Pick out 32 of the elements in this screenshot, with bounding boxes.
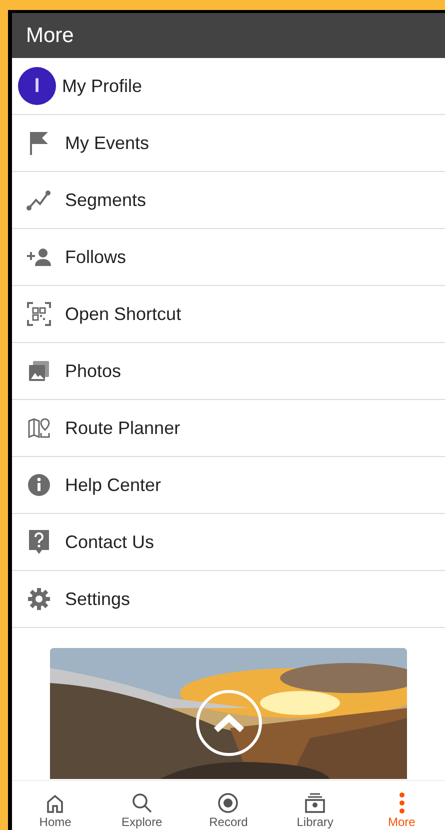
menu-item[interactable]: Photos — [12, 343, 445, 400]
map-pin-icon — [26, 417, 50, 439]
menu-item[interactable]: Open Shortcut — [12, 286, 445, 343]
avatar: I — [18, 67, 56, 105]
menu-item[interactable]: Follows — [12, 229, 445, 286]
menu-item[interactable]: Route Planner — [12, 400, 445, 457]
info-icon — [26, 473, 50, 497]
nav-tab[interactable]: Home — [12, 781, 99, 830]
menu-item[interactable]: Segments — [12, 172, 445, 229]
menu-item[interactable]: My Events — [12, 115, 445, 172]
segment-line-icon — [26, 189, 52, 211]
header-title: More — [26, 22, 74, 49]
menu-item[interactable]: I My Profile — [12, 58, 445, 115]
menu-item[interactable]: Contact Us — [12, 514, 445, 571]
home-icon — [45, 794, 66, 814]
nav-tab[interactable]: Record — [185, 781, 272, 830]
record-icon — [217, 792, 240, 814]
nav-tab[interactable]: Explore — [98, 781, 186, 830]
search-icon — [130, 792, 153, 814]
nav-tab[interactable]: Library — [272, 781, 358, 830]
flag-icon — [28, 130, 50, 156]
question-icon — [28, 529, 50, 555]
add-person-icon — [26, 247, 52, 267]
chevron-up-icon — [213, 713, 245, 733]
menu-item[interactable]: Settings — [12, 571, 445, 628]
settings-icon — [26, 587, 50, 611]
qr-code-icon — [26, 301, 52, 327]
library-icon — [304, 792, 326, 814]
more-vertical-icon — [398, 792, 406, 814]
expand-up-button[interactable] — [196, 690, 262, 756]
photos-icon — [26, 359, 50, 383]
menu-item[interactable]: Help Center — [12, 457, 445, 514]
